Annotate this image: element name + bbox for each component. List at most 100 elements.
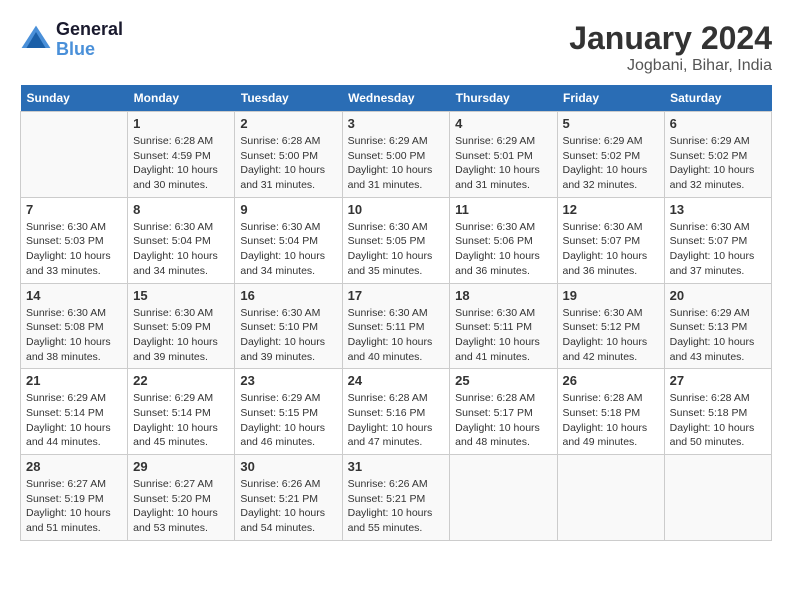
header-day-saturday: Saturday [664,85,771,112]
calendar-cell: 19Sunrise: 6:30 AM Sunset: 5:12 PM Dayli… [557,283,664,369]
day-number: 6 [670,116,766,131]
calendar-table: SundayMondayTuesdayWednesdayThursdayFrid… [20,85,772,541]
day-info: Sunrise: 6:30 AM Sunset: 5:11 PM Dayligh… [455,306,551,365]
calendar-cell: 23 Sunrise: 6:29 AM Sunset: 5:15 PM Dayli… [235,369,342,455]
day-number: 21 [26,373,122,388]
calendar-header-row: SundayMondayTuesdayWednesdayThursdayFrid… [21,85,772,112]
day-number: 3 [348,116,445,131]
calendar-cell [450,455,557,541]
day-info: Sunrise: 6:26 AM Sunset: 5:21 PM Dayligh… [240,477,336,536]
calendar-cell: 2Sunrise: 6:28 AM Sunset: 5:00 PM Daylig… [235,112,342,198]
calendar-cell: 29 Sunrise: 6:27 AM Sunset: 5:20 PM Dayli… [128,455,235,541]
calendar-cell: 7 Sunrise: 6:30 AM Sunset: 5:03 PM Daylig… [21,197,128,283]
day-info: Sunrise: 6:28 AM Sunset: 5:17 PM Dayligh… [455,391,551,450]
calendar-cell: 6 Sunrise: 6:29 AM Sunset: 5:02 PM Daylig… [664,112,771,198]
day-number: 12 [563,202,659,217]
day-number: 16 [240,288,336,303]
day-info: Sunrise: 6:29 AM Sunset: 5:02 PM Dayligh… [670,134,766,193]
calendar-cell: 12 Sunrise: 6:30 AM Sunset: 5:07 PM Dayli… [557,197,664,283]
calendar-cell: 25 Sunrise: 6:28 AM Sunset: 5:17 PM Dayli… [450,369,557,455]
day-info: Sunrise: 6:30 AM Sunset: 5:04 PM Dayligh… [240,220,336,279]
calendar-cell [21,112,128,198]
day-number: 23 [240,373,336,388]
day-number: 11 [455,202,551,217]
day-info: Sunrise: 6:27 AM Sunset: 5:19 PM Dayligh… [26,477,122,536]
day-info: Sunrise: 6:30 AM Sunset: 5:07 PM Dayligh… [670,220,766,279]
calendar-cell: 26Sunrise: 6:28 AM Sunset: 5:18 PM Dayli… [557,369,664,455]
day-number: 10 [348,202,445,217]
header-day-tuesday: Tuesday [235,85,342,112]
calendar-cell: 3 Sunrise: 6:29 AM Sunset: 5:00 PM Daylig… [342,112,450,198]
calendar-cell: 30 Sunrise: 6:26 AM Sunset: 5:21 PM Dayli… [235,455,342,541]
calendar-cell: 5 Sunrise: 6:29 AM Sunset: 5:02 PM Daylig… [557,112,664,198]
day-info: Sunrise: 6:30 AM Sunset: 5:10 PM Dayligh… [240,306,336,365]
day-info: Sunrise: 6:30 AM Sunset: 5:09 PM Dayligh… [133,306,229,365]
day-number: 22 [133,373,229,388]
logo-icon [20,24,52,56]
day-number: 29 [133,459,229,474]
day-number: 4 [455,116,551,131]
day-info: Sunrise: 6:30 AM Sunset: 5:08 PM Dayligh… [26,306,122,365]
day-number: 18 [455,288,551,303]
day-number: 31 [348,459,445,474]
calendar-subtitle: Jogbani, Bihar, India [569,57,772,75]
day-number: 19 [563,288,659,303]
week-row-3: 14 Sunrise: 6:30 AM Sunset: 5:08 PM Dayli… [21,283,772,369]
page-header: GeneralBlue January 2024 Jogbani, Bihar,… [20,20,772,75]
header-day-thursday: Thursday [450,85,557,112]
day-info: Sunrise: 6:29 AM Sunset: 5:02 PM Dayligh… [563,134,659,193]
day-number: 1 [133,116,229,131]
calendar-body: 1 Sunrise: 6:28 AM Sunset: 4:59 PM Daylig… [21,112,772,541]
day-number: 5 [563,116,659,131]
calendar-cell: 18 Sunrise: 6:30 AM Sunset: 5:11 PM Dayli… [450,283,557,369]
day-number: 20 [670,288,766,303]
day-number: 14 [26,288,122,303]
day-info: Sunrise: 6:30 AM Sunset: 5:06 PM Dayligh… [455,220,551,279]
day-info: Sunrise: 6:29 AM Sunset: 5:00 PM Dayligh… [348,134,445,193]
calendar-cell: 17 Sunrise: 6:30 AM Sunset: 5:11 PM Dayli… [342,283,450,369]
calendar-cell: 9 Sunrise: 6:30 AM Sunset: 5:04 PM Daylig… [235,197,342,283]
header-day-wednesday: Wednesday [342,85,450,112]
day-number: 30 [240,459,336,474]
day-number: 8 [133,202,229,217]
day-number: 15 [133,288,229,303]
calendar-cell: 15 Sunrise: 6:30 AM Sunset: 5:09 PM Dayli… [128,283,235,369]
calendar-cell: 13 Sunrise: 6:30 AM Sunset: 5:07 PM Dayli… [664,197,771,283]
calendar-cell: 28Sunrise: 6:27 AM Sunset: 5:19 PM Dayli… [21,455,128,541]
calendar-cell: 8Sunrise: 6:30 AM Sunset: 5:04 PM Daylig… [128,197,235,283]
calendar-cell: 14 Sunrise: 6:30 AM Sunset: 5:08 PM Dayli… [21,283,128,369]
calendar-cell: 16 Sunrise: 6:30 AM Sunset: 5:10 PM Dayli… [235,283,342,369]
calendar-cell [664,455,771,541]
calendar-cell: 31Sunrise: 6:26 AM Sunset: 5:21 PM Dayli… [342,455,450,541]
day-number: 2 [240,116,336,131]
calendar-cell: 20Sunrise: 6:29 AM Sunset: 5:13 PM Dayli… [664,283,771,369]
day-info: Sunrise: 6:29 AM Sunset: 5:01 PM Dayligh… [455,134,551,193]
calendar-cell: 24 Sunrise: 6:28 AM Sunset: 5:16 PM Dayli… [342,369,450,455]
day-info: Sunrise: 6:27 AM Sunset: 5:20 PM Dayligh… [133,477,229,536]
calendar-cell [557,455,664,541]
calendar-cell: 11 Sunrise: 6:30 AM Sunset: 5:06 PM Dayli… [450,197,557,283]
day-info: Sunrise: 6:30 AM Sunset: 5:05 PM Dayligh… [348,220,445,279]
day-number: 25 [455,373,551,388]
title-block: January 2024 Jogbani, Bihar, India [569,20,772,75]
header-day-sunday: Sunday [21,85,128,112]
day-info: Sunrise: 6:29 AM Sunset: 5:15 PM Dayligh… [240,391,336,450]
day-info: Sunrise: 6:30 AM Sunset: 5:03 PM Dayligh… [26,220,122,279]
week-row-5: 28Sunrise: 6:27 AM Sunset: 5:19 PM Dayli… [21,455,772,541]
day-info: Sunrise: 6:28 AM Sunset: 5:16 PM Dayligh… [348,391,445,450]
day-number: 24 [348,373,445,388]
day-number: 7 [26,202,122,217]
day-info: Sunrise: 6:30 AM Sunset: 5:11 PM Dayligh… [348,306,445,365]
calendar-cell: 10 Sunrise: 6:30 AM Sunset: 5:05 PM Dayli… [342,197,450,283]
day-info: Sunrise: 6:29 AM Sunset: 5:14 PM Dayligh… [26,391,122,450]
header-day-monday: Monday [128,85,235,112]
day-info: Sunrise: 6:28 AM Sunset: 5:18 PM Dayligh… [670,391,766,450]
calendar-cell: 21 Sunrise: 6:29 AM Sunset: 5:14 PM Dayli… [21,369,128,455]
day-number: 13 [670,202,766,217]
day-info: Sunrise: 6:30 AM Sunset: 5:07 PM Dayligh… [563,220,659,279]
day-number: 9 [240,202,336,217]
logo-text: GeneralBlue [56,20,123,60]
day-info: Sunrise: 6:28 AM Sunset: 4:59 PM Dayligh… [133,134,229,193]
week-row-4: 21 Sunrise: 6:29 AM Sunset: 5:14 PM Dayli… [21,369,772,455]
day-number: 17 [348,288,445,303]
